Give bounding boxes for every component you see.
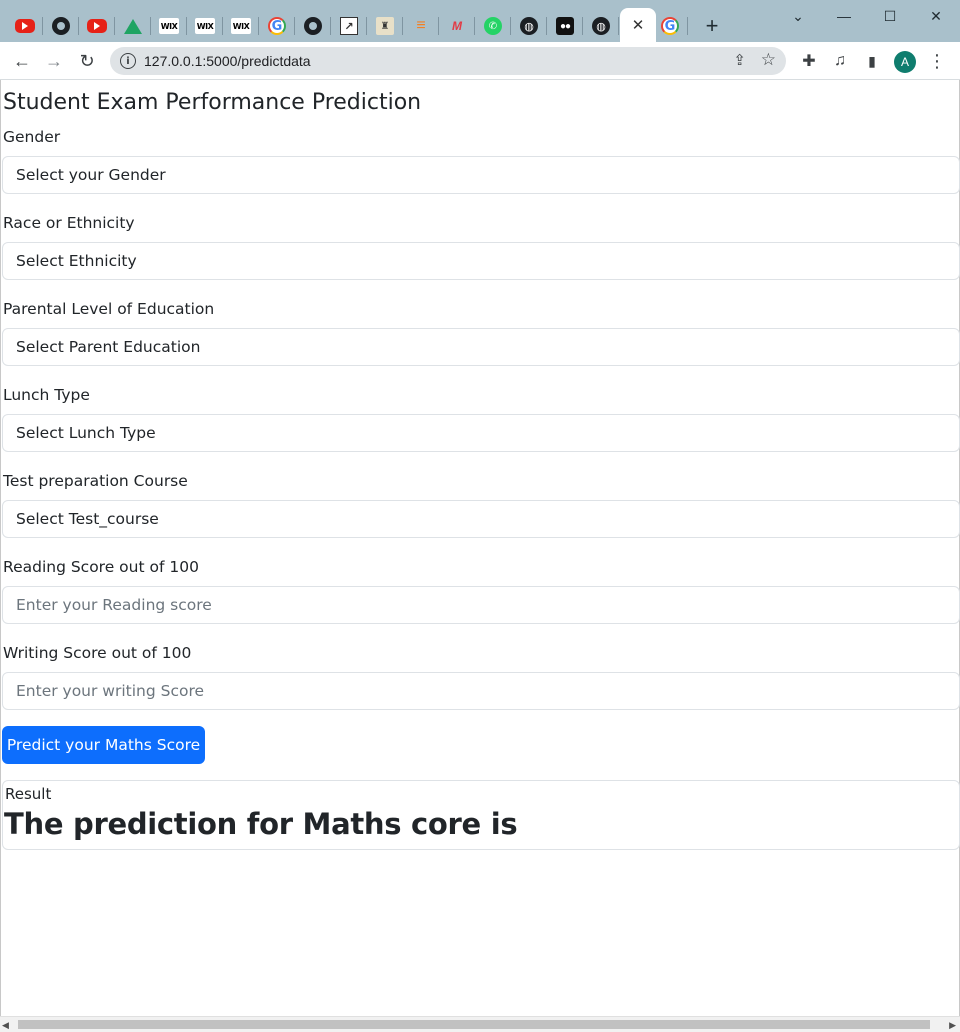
lunch-type-select[interactable]: Select Lunch Type: [2, 414, 960, 452]
reading-score-input[interactable]: Enter your Reading score: [2, 586, 960, 624]
youtube-icon: [15, 19, 35, 33]
share-icon[interactable]: ⇪: [733, 51, 746, 69]
chart-icon: ↗: [340, 17, 358, 35]
whatsapp-icon: ✆: [484, 17, 502, 35]
maximize-button[interactable]: ☐: [868, 2, 912, 30]
github-icon: [304, 17, 322, 35]
predict-button[interactable]: Predict your Maths Score: [2, 726, 205, 764]
globe-icon: ◍: [592, 17, 610, 35]
active-tab[interactable]: ✕: [620, 8, 656, 42]
site-info-icon[interactable]: i: [120, 53, 136, 69]
side-panel-icon[interactable]: ▮: [859, 48, 885, 74]
test-course-select[interactable]: Select Test_course: [2, 500, 960, 538]
result-panel: Result The prediction for Maths core is: [2, 780, 960, 850]
test-course-label: Test preparation Course: [3, 472, 188, 490]
youtube-tab[interactable]: [7, 10, 43, 42]
github-icon: [52, 17, 70, 35]
m-tab[interactable]: M: [439, 10, 475, 42]
parent-education-label: Parental Level of Education: [3, 300, 215, 318]
youtube-tab-2[interactable]: [79, 10, 115, 42]
close-tab-icon[interactable]: ✕: [632, 16, 645, 34]
google-tab-2[interactable]: G: [652, 10, 688, 42]
chrome-menu-icon[interactable]: ⋮: [924, 48, 950, 74]
youtube-icon: [87, 19, 107, 33]
lunch-type-label: Lunch Type: [3, 386, 90, 404]
page-title: Student Exam Performance Prediction: [3, 90, 422, 115]
reload-button[interactable]: ↻: [74, 48, 100, 74]
result-text: The prediction for Maths core is: [4, 807, 518, 841]
gender-select[interactable]: Select your Gender: [2, 156, 960, 194]
tab-strip: WIX WIX WIX G ↗ ♜ ≡ M ✆ ◍ ●● ◍ ✕ G + ⌄ —…: [0, 0, 960, 42]
medium-icon: ●●: [556, 17, 574, 35]
github-tab[interactable]: [43, 10, 79, 42]
back-button[interactable]: ←: [9, 48, 35, 74]
new-tab-button[interactable]: +: [700, 10, 724, 42]
wix-tab-3[interactable]: WIX: [223, 10, 259, 42]
scrollbar-thumb[interactable]: [18, 1020, 930, 1029]
horizontal-scrollbar[interactable]: ◀ ▶: [0, 1016, 960, 1032]
bookmark-star-icon[interactable]: ☆: [761, 50, 776, 70]
result-label: Result: [5, 785, 52, 803]
gender-label: Gender: [3, 128, 61, 146]
browser-toolbar: ← → ↻ i 127.0.0.1:5000/predictdata ⇪ ☆ ✚…: [0, 42, 960, 80]
google-drive-tab[interactable]: [115, 10, 151, 42]
wix-tab-2[interactable]: WIX: [187, 10, 223, 42]
stackoverflow-tab[interactable]: ≡: [403, 10, 439, 42]
page-content: Student Exam Performance Prediction Gend…: [0, 80, 960, 1016]
ethnicity-select[interactable]: Select Ethnicity: [2, 242, 960, 280]
github-tab-2[interactable]: [295, 10, 331, 42]
person-tab[interactable]: ♜: [367, 10, 403, 42]
media-control-icon[interactable]: ♫: [827, 48, 853, 74]
medium-tab[interactable]: ●●: [547, 10, 583, 42]
stackoverflow-icon: ≡: [416, 17, 426, 34]
wix-icon: WIX: [195, 18, 215, 34]
globe-tab[interactable]: ◍: [511, 10, 547, 42]
reading-score-label: Reading Score out of 100: [3, 558, 199, 576]
google-icon: G: [268, 17, 286, 35]
url-text[interactable]: 127.0.0.1:5000/predictdata: [144, 53, 311, 69]
writing-score-input[interactable]: Enter your writing Score: [2, 672, 960, 710]
person-icon: ♜: [376, 17, 394, 35]
google-tab[interactable]: G: [259, 10, 295, 42]
scroll-left-icon[interactable]: ◀: [2, 1020, 9, 1031]
ethnicity-label: Race or Ethnicity: [3, 214, 135, 232]
google-icon: G: [661, 17, 679, 35]
forward-button[interactable]: →: [41, 48, 67, 74]
wix-icon: WIX: [159, 18, 179, 34]
wix-icon: WIX: [231, 18, 251, 34]
profile-avatar[interactable]: A: [894, 51, 916, 73]
writing-score-label: Writing Score out of 100: [3, 644, 192, 662]
address-bar[interactable]: i 127.0.0.1:5000/predictdata ⇪ ☆: [110, 47, 786, 75]
google-drive-icon: [124, 18, 142, 34]
chart-tab[interactable]: ↗: [331, 10, 367, 42]
minimize-button[interactable]: —: [822, 2, 866, 30]
wix-tab[interactable]: WIX: [151, 10, 187, 42]
globe-tab-2[interactable]: ◍: [583, 10, 619, 42]
parent-education-select[interactable]: Select Parent Education: [2, 328, 960, 366]
extensions-icon[interactable]: ✚: [796, 48, 822, 74]
globe-icon: ◍: [520, 17, 538, 35]
scroll-right-icon[interactable]: ▶: [949, 1020, 956, 1031]
whatsapp-tab[interactable]: ✆: [475, 10, 511, 42]
close-window-button[interactable]: ✕: [914, 2, 958, 30]
tab-search-chevron-icon[interactable]: ⌄: [776, 2, 820, 30]
m-logo-icon: M: [452, 19, 462, 33]
